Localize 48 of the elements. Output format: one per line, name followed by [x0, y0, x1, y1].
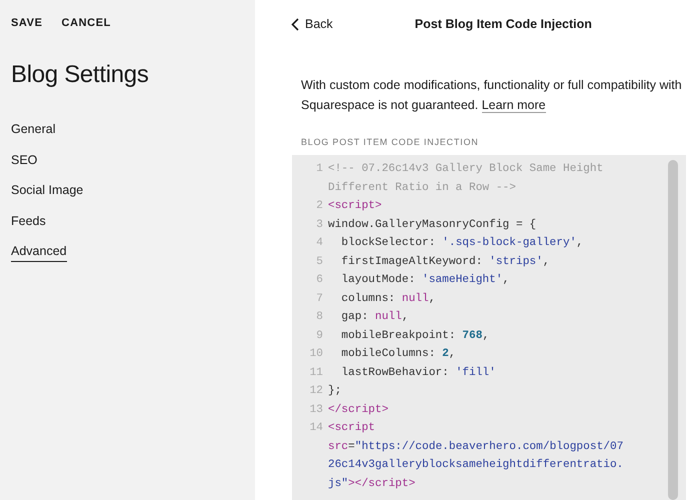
page-title: Blog Settings: [11, 61, 150, 89]
line-number: 9: [315, 328, 324, 344]
back-button[interactable]: Back: [291, 17, 333, 31]
code-line: 26c14v3galleryblocksameheightdifferentratio.: [328, 458, 624, 473]
sidebar-item[interactable]: SEO: [11, 152, 38, 170]
line-number: 1: [315, 162, 324, 177]
code-line: Different Ratio in a Row -->: [328, 180, 517, 196]
line-number: 12: [308, 384, 324, 399]
code-line: };: [328, 384, 342, 399]
code-line: layoutMode: 'sameHeight',: [340, 272, 510, 288]
code-line: lastRowBehavior: 'fill': [340, 366, 496, 380]
code-line: columns: null,: [340, 292, 436, 306]
code-editor[interactable]: [292, 155, 686, 500]
line-number: 4: [315, 236, 324, 251]
code-line: firstImageAltKeyword: 'strips',: [340, 254, 550, 270]
code-line: js"></script>: [328, 476, 416, 492]
code-line: <script>: [328, 198, 382, 214]
panel-title: Post Blog Item Code Injection: [414, 17, 592, 31]
warning-text: With custom code modifications, functionality or full compatibility with Squarespace is not guaranteed. Learn more: [301, 77, 683, 114]
code-line: src="https://code.beaverhero.com/blogpost/07: [328, 440, 624, 454]
line-number: 7: [315, 292, 324, 306]
code-line: <script: [328, 420, 376, 436]
line-number: 11: [308, 366, 324, 380]
line-number: 14: [308, 421, 324, 436]
line-number: 10: [308, 347, 324, 362]
line-number: 8: [315, 310, 324, 325]
sidebar-item[interactable]: General: [11, 121, 56, 140]
line-number: 5: [315, 254, 324, 270]
sidebar-item[interactable]: Feeds: [11, 212, 46, 231]
code-line: blockSelector: '.sqs-block-gallery',: [340, 236, 584, 251]
code-line: mobileColumns: 2,: [340, 346, 456, 362]
sidebar-item[interactable]: Advanced: [11, 243, 67, 262]
save-button[interactable]: SAVE: [11, 17, 43, 29]
sidebar-item[interactable]: Social Image: [11, 182, 84, 200]
scrollbar-drawing[interactable]: [668, 160, 678, 500]
code-line: <!-- 07.26c14v3 Gallery Block Same Height: [328, 162, 604, 177]
learn-more-link[interactable]: Learn more: [482, 98, 546, 112]
code-line: mobileBreakpoint: 768,: [340, 328, 490, 344]
line-number: 2: [315, 199, 324, 214]
line-number: 6: [315, 273, 324, 288]
section-label: BLOG POST ITEM CODE INJECTION: [301, 137, 480, 147]
line-number: 3: [315, 218, 324, 232]
code-line: </script>: [328, 402, 388, 418]
chevron-left-icon: [291, 18, 299, 30]
code-line: window.GalleryMasonryConfig = {: [328, 218, 536, 232]
line-number: 13: [308, 402, 324, 418]
cancel-button[interactable]: CANCEL: [62, 17, 111, 29]
code-line: gap: null,: [340, 310, 409, 325]
